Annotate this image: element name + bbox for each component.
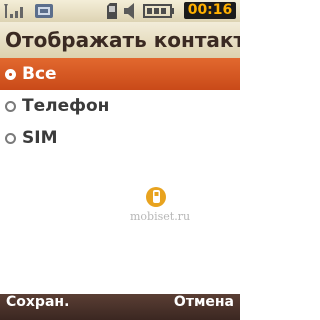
radio-unchecked-icon[interactable] (5, 132, 16, 144)
options-list: Все Телефон SIM (0, 58, 240, 154)
option-all[interactable]: Все (0, 58, 240, 90)
watermark: mobiset.ru (130, 186, 191, 226)
volume-icon (124, 3, 134, 19)
softkey-bar: Сохран. Отмена (0, 294, 240, 320)
option-label: SIM (22, 128, 58, 148)
save-softkey[interactable]: Сохран. (6, 294, 69, 320)
option-label: Все (22, 64, 57, 84)
radio-checked-icon[interactable] (5, 68, 16, 80)
option-label: Телефон (22, 96, 110, 116)
phone-screen: 00:16 Отображать контакты Все Телефон SI… (0, 0, 240, 320)
memory-card-icon (107, 3, 117, 19)
cancel-softkey[interactable]: Отмена (174, 294, 234, 320)
option-sim[interactable]: SIM (0, 122, 240, 154)
status-bar: 00:16 (0, 0, 240, 22)
watermark-text: mobiset.ru (130, 210, 191, 223)
radio-unchecked-icon[interactable] (5, 100, 16, 112)
battery-icon (143, 4, 174, 18)
page-title: Отображать контакты (0, 22, 240, 58)
sim-icon (35, 4, 53, 18)
option-phone[interactable]: Телефон (0, 90, 240, 122)
watermark-logo-icon (146, 187, 166, 207)
signal-icon (4, 4, 23, 18)
clock: 00:16 (184, 2, 236, 19)
